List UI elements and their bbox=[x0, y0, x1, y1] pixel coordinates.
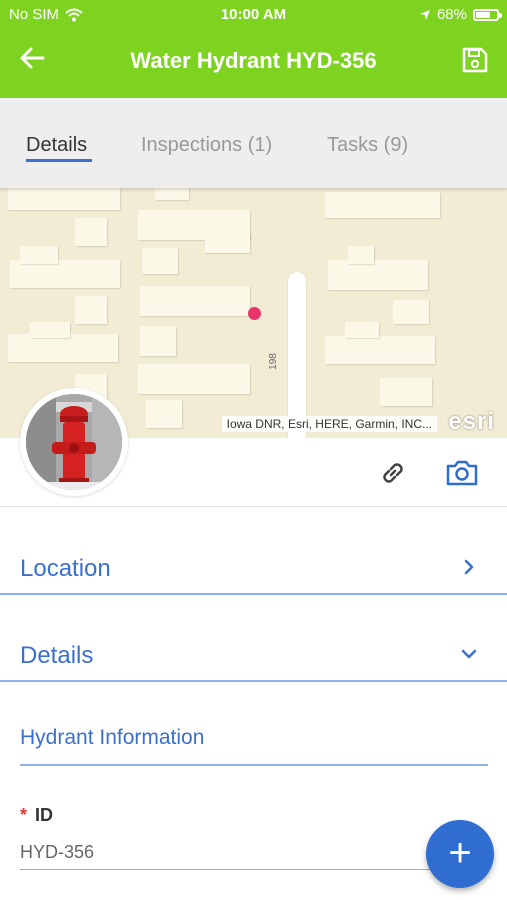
map-building bbox=[8, 334, 118, 362]
feature-photo[interactable] bbox=[20, 388, 128, 496]
map-building bbox=[348, 246, 374, 264]
link-icon bbox=[383, 463, 403, 483]
page-title: Water Hydrant HYD-356 bbox=[130, 48, 377, 73]
hydrant-image bbox=[26, 394, 122, 490]
camera-icon bbox=[446, 460, 478, 486]
divider bbox=[0, 506, 507, 507]
map-road bbox=[288, 272, 306, 438]
map-building bbox=[138, 364, 250, 394]
map-building bbox=[328, 260, 428, 290]
battery-fill bbox=[476, 11, 490, 18]
attach-link-button[interactable] bbox=[377, 457, 409, 489]
map-building bbox=[380, 378, 432, 406]
map-building bbox=[142, 248, 178, 274]
map-building bbox=[30, 322, 70, 338]
map-building bbox=[155, 188, 189, 200]
chevron-right-icon bbox=[464, 559, 474, 575]
battery-percent: 68% bbox=[436, 6, 467, 23]
app-header: No SIM 10:00 AM 68% Water Hydrant HYD-35… bbox=[0, 0, 507, 98]
section-location[interactable]: Location bbox=[0, 545, 507, 595]
map-building bbox=[140, 286, 250, 316]
map-building bbox=[75, 218, 107, 246]
id-field-label: * ID bbox=[20, 805, 53, 826]
section-divider bbox=[0, 680, 507, 682]
section-divider bbox=[0, 593, 507, 595]
map-building bbox=[146, 400, 182, 428]
status-right: 68% bbox=[419, 6, 502, 23]
map-building bbox=[20, 246, 58, 264]
save-button[interactable] bbox=[461, 46, 489, 74]
camera-button[interactable] bbox=[444, 457, 480, 489]
map-attribution[interactable]: Iowa DNR, Esri, HERE, Garmin, INC... bbox=[221, 416, 437, 432]
id-field-value[interactable]: HYD-356 bbox=[20, 842, 94, 863]
active-tab-indicator bbox=[26, 159, 92, 162]
esri-logo: esri bbox=[448, 408, 495, 435]
battery-icon bbox=[473, 8, 502, 21]
tab-inspections[interactable]: Inspections (1) bbox=[141, 134, 272, 157]
map-building bbox=[205, 233, 250, 253]
add-button[interactable]: + bbox=[426, 820, 494, 888]
map-building bbox=[345, 322, 379, 338]
section-location-label: Location bbox=[20, 555, 111, 582]
location-arrow-icon bbox=[419, 9, 430, 20]
map-building bbox=[75, 296, 107, 324]
chevron-down-icon bbox=[461, 649, 477, 659]
map-building bbox=[8, 188, 120, 210]
id-label-text: ID bbox=[35, 805, 54, 825]
tab-tasks[interactable]: Tasks (9) bbox=[327, 134, 408, 157]
id-field-underline bbox=[20, 869, 490, 870]
status-bar: No SIM 10:00 AM 68% bbox=[0, 0, 507, 30]
tab-bar: Details Inspections (1) Tasks (9) bbox=[0, 98, 507, 188]
group-title: Hydrant Information bbox=[20, 726, 205, 749]
section-details[interactable]: Details bbox=[0, 632, 507, 682]
feature-location-pin[interactable] bbox=[248, 307, 261, 320]
map-building bbox=[140, 326, 176, 356]
section-details-label: Details bbox=[20, 642, 94, 669]
hydrant-thumbnail bbox=[26, 394, 122, 490]
map-building bbox=[393, 300, 429, 324]
group-divider bbox=[20, 764, 488, 766]
map-building bbox=[325, 336, 435, 364]
map-building bbox=[325, 192, 440, 218]
map-building bbox=[10, 260, 120, 288]
road-label: 198 bbox=[267, 353, 279, 370]
tab-details[interactable]: Details bbox=[26, 134, 87, 157]
save-icon bbox=[462, 47, 488, 73]
nav-bar: Water Hydrant HYD-356 bbox=[0, 30, 507, 98]
required-marker: * bbox=[20, 805, 28, 825]
